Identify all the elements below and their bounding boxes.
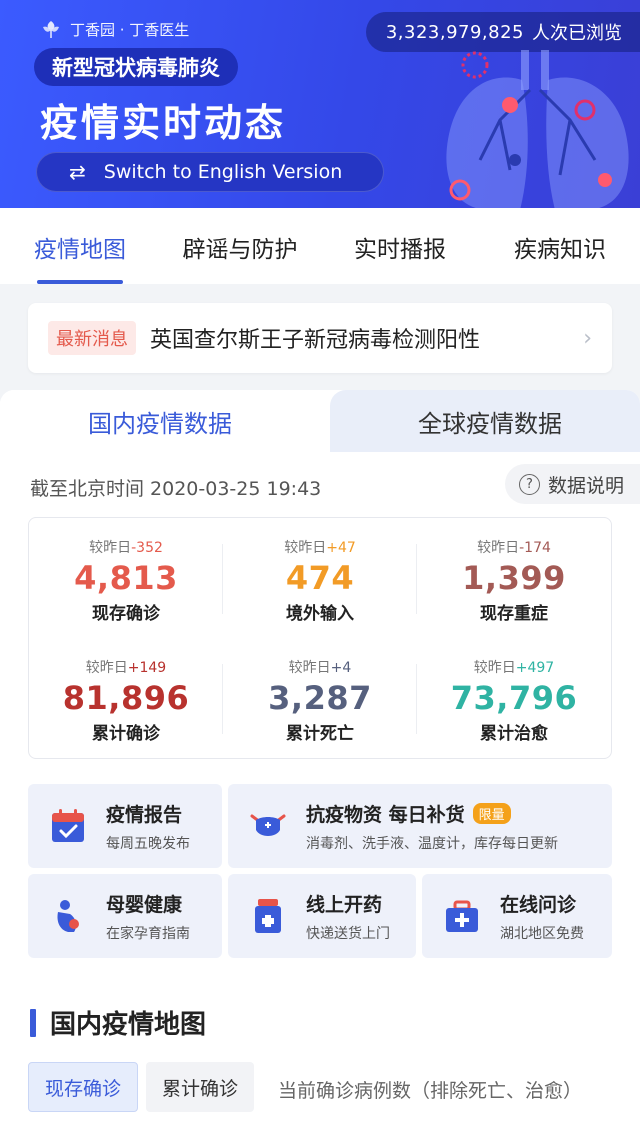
tab-rumors-protection[interactable]: 辟谣与防护 xyxy=(160,208,320,284)
service-subtitle: 消毒剂、洗手液、温度计，库存每日更新 xyxy=(306,835,558,852)
service-online-medicine[interactable]: 线上开药 快递送货上门 xyxy=(228,874,416,958)
stat-delta: 较昨日-352 xyxy=(89,539,163,556)
service-mother-baby[interactable]: 母婴健康 在家孕育指南 xyxy=(28,874,222,958)
stat-value: 4,813 xyxy=(74,558,178,597)
limited-badge: 限量 xyxy=(472,802,511,824)
medical-kit-icon xyxy=(446,900,478,932)
stat-label: 现存重症 xyxy=(480,603,548,624)
stat-delta: 较昨日+497 xyxy=(473,659,555,676)
views-count: 3,323,979,825 xyxy=(385,21,524,43)
data-timestamp: 截至北京时间 2020-03-25 19:43 xyxy=(30,478,322,500)
switch-language-label: Switch to English Version xyxy=(103,161,343,183)
tab-epidemic-map[interactable]: 疫情地图 xyxy=(0,208,160,284)
tab-live-news[interactable]: 实时播报 xyxy=(320,208,480,284)
swap-arrows-icon: ⇄ xyxy=(69,160,86,184)
stat-value: 3,287 xyxy=(268,678,372,717)
service-title: 疫情报告 xyxy=(106,803,183,826)
section-marker xyxy=(30,1008,36,1037)
stat-current-confirmed: 较昨日-352 4,813 现存确诊 xyxy=(29,518,223,638)
disease-name-pill: 新型冠状病毒肺炎 xyxy=(34,48,238,86)
question-circle-icon: ? xyxy=(518,473,540,495)
switch-language-button[interactable]: ⇄ Switch to English Version xyxy=(36,152,384,192)
service-supplies[interactable]: 抗疫物资 每日补货 限量 消毒剂、洗手液、温度计，库存每日更新 xyxy=(228,784,612,868)
service-title: 抗疫物资 每日补货 限量 xyxy=(306,800,558,827)
stat-delta: 较昨日+4 xyxy=(288,659,352,676)
brand-text: 丁香园 · 丁香医生 xyxy=(70,20,190,39)
data-tabs: 国内疫情数据 全球疫情数据 xyxy=(0,390,640,452)
service-subtitle: 湖北地区免费 xyxy=(500,925,584,942)
stats-grid: 较昨日-352 4,813 现存确诊 较昨日+47 474 境外输入 较昨日-1… xyxy=(28,517,612,759)
calendar-check-icon xyxy=(52,809,84,842)
stat-delta: 较昨日+47 xyxy=(284,539,356,556)
domestic-map-section: 国内疫情地图 现存确诊 累计确诊 当前确诊病例数（排除死亡、治愈） xyxy=(0,984,640,1123)
tab-global-data[interactable]: 全球疫情数据 xyxy=(330,390,640,452)
data-explain-button[interactable]: ? 数据说明 xyxy=(504,464,640,504)
views-counter: 3,323,979,825 人次已浏览 xyxy=(365,12,640,52)
stat-value: 73,796 xyxy=(450,678,578,717)
page-title: 疫情实时动态 xyxy=(40,101,287,145)
latest-news-text: 英国查尔斯王子新冠病毒检测阳性 xyxy=(150,328,481,353)
section-title: 国内疫情地图 xyxy=(30,1004,206,1041)
stat-label: 累计确诊 xyxy=(92,723,160,744)
data-explain-label: 数据说明 xyxy=(547,474,624,497)
service-online-consult[interactable]: 在线问诊 湖北地区免费 xyxy=(422,874,612,958)
stat-value: 1,399 xyxy=(462,558,566,597)
service-title: 母婴健康 xyxy=(106,893,183,916)
stat-label: 现存确诊 xyxy=(92,603,160,624)
views-suffix: 人次已浏览 xyxy=(532,23,622,44)
lungs-illustration xyxy=(446,50,629,208)
stat-label: 累计死亡 xyxy=(286,723,354,744)
chevron-right-icon: › xyxy=(583,325,592,351)
stat-label: 累计治愈 xyxy=(480,723,548,744)
medicine-bottle-icon xyxy=(255,899,281,933)
stat-imported: 较昨日+47 474 境外输入 xyxy=(223,518,417,638)
latest-news-banner[interactable]: 最新消息 英国查尔斯王子新冠病毒检测阳性 › xyxy=(28,303,612,373)
stat-current-severe: 较昨日-174 1,399 现存重症 xyxy=(417,518,611,638)
brand: 丁香园 · 丁香医生 xyxy=(40,18,189,40)
tab-disease-knowledge[interactable]: 疾病知识 xyxy=(480,208,640,284)
service-title: 线上开药 xyxy=(306,893,383,916)
stat-delta: 较昨日+149 xyxy=(85,659,167,676)
map-tab-total-confirmed[interactable]: 累计确诊 xyxy=(146,1062,254,1112)
mask-icon xyxy=(250,814,286,836)
stat-total-confirmed: 较昨日+149 81,896 累计确诊 xyxy=(29,638,223,758)
dxy-logo-icon xyxy=(43,21,59,38)
map-tab-current-confirmed[interactable]: 现存确诊 xyxy=(28,1062,138,1112)
service-subtitle: 在家孕育指南 xyxy=(106,925,190,942)
tab-domestic-data[interactable]: 国内疫情数据 xyxy=(0,390,330,452)
stat-label: 境外输入 xyxy=(286,603,354,624)
stat-delta: 较昨日-174 xyxy=(477,539,551,556)
main-tabs: 疫情地图 辟谣与防护 实时播报 疾病知识 xyxy=(0,208,640,284)
header-banner: 丁香园 · 丁香医生 3,323,979,825 人次已浏览 新型冠状病毒肺炎 … xyxy=(0,0,640,208)
service-title: 在线问诊 xyxy=(500,893,577,916)
stat-value: 81,896 xyxy=(62,678,190,717)
stat-value: 474 xyxy=(285,558,355,597)
map-description: 当前确诊病例数（排除死亡、治愈） xyxy=(278,1080,583,1102)
service-subtitle: 快递送货上门 xyxy=(306,925,390,942)
service-epidemic-report[interactable]: 疫情报告 每周五晚发布 xyxy=(28,784,222,868)
stat-total-deaths: 较昨日+4 3,287 累计死亡 xyxy=(223,638,417,758)
latest-news-badge: 最新消息 xyxy=(48,321,136,355)
mother-baby-icon xyxy=(57,900,79,932)
service-subtitle: 每周五晚发布 xyxy=(106,835,190,852)
stat-total-recovered: 较昨日+497 73,796 累计治愈 xyxy=(417,638,611,758)
